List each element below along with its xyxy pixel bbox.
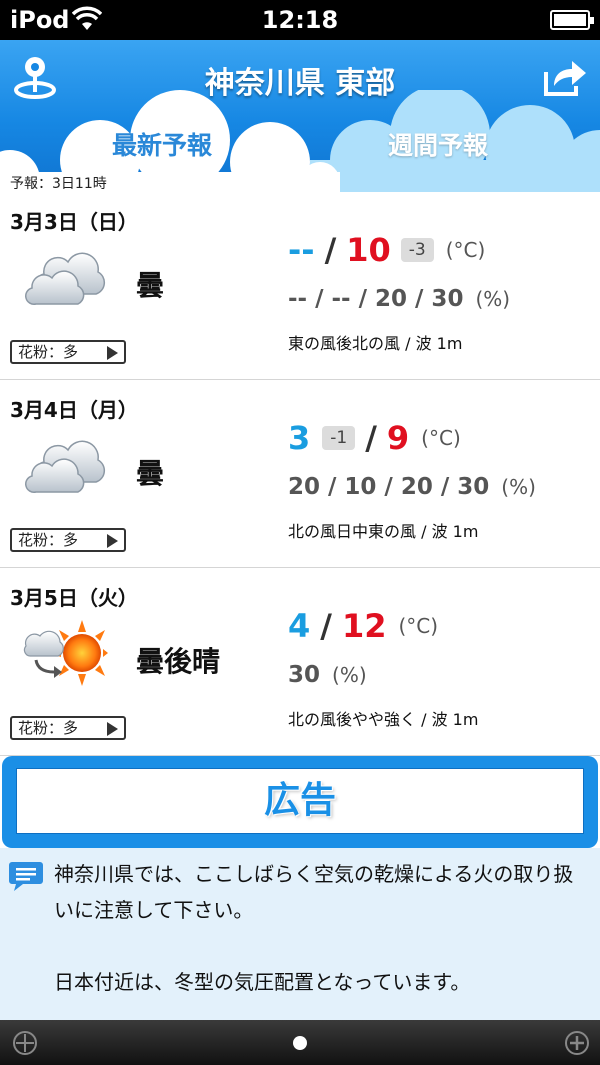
wind-wave-info: 東の風後北の風 / 波 1m xyxy=(288,334,463,353)
precipitation-values: 20 / 10 / 20 / 30 xyxy=(288,474,490,500)
low-temp-diff: -1 xyxy=(322,426,356,450)
crosshair-icon[interactable] xyxy=(12,1030,38,1056)
tab-weekly-forecast[interactable]: 週間予報 xyxy=(338,126,538,162)
play-arrow-icon xyxy=(107,534,118,548)
low-temp: 3 xyxy=(288,419,311,457)
day-date: 3月5日（火） xyxy=(10,586,138,610)
pollen-label: 花粉：多 xyxy=(18,719,79,737)
temp-separator: / xyxy=(324,231,337,269)
temp-unit: (°C) xyxy=(445,238,486,262)
forecast-day-row: 3月4日（月） 曇 3 -1 / 9 (°C) 20 / 10 / 20 / 3… xyxy=(0,380,600,568)
speech-bubble-icon xyxy=(9,862,43,891)
pollen-label: 花粉：多 xyxy=(18,343,79,361)
ad-label[interactable]: 広告 xyxy=(16,768,584,834)
high-temp: 12 xyxy=(341,607,387,645)
cloudy-icon xyxy=(25,252,106,305)
status-bar: iPod 12:18 xyxy=(0,0,600,40)
low-temp: 4 xyxy=(288,607,311,645)
high-temp: 9 xyxy=(386,419,410,457)
pollen-button[interactable]: 花粉：多 xyxy=(10,716,126,740)
clock: 12:18 xyxy=(261,6,339,34)
precipitation-row: -- / -- / 20 / 30 (%) xyxy=(288,286,510,312)
precipitation-values: 30 xyxy=(288,662,321,688)
forecast-day-row: 3月3日（日） 曇 -- / 10 -3 (°C) -- / -- / 20 /… xyxy=(0,192,600,380)
forecast-day-row: 3月5日（火） 曇後晴 4 / 12 (°C) 30 (%) 北の風後やや強く … xyxy=(0,568,600,756)
day-date: 3月3日（日） xyxy=(10,210,138,234)
temp-separator: / xyxy=(365,419,377,457)
high-temp-diff: -3 xyxy=(400,238,434,262)
temp-unit: (°C) xyxy=(421,426,461,450)
precipitation-values: -- / -- / 20 / 30 xyxy=(288,286,464,312)
commentary-text: 神奈川県では、ここしばらく空気の乾燥による火の取り扱いに注意して下さい。 日本付… xyxy=(54,862,574,994)
precipitation-row: 30 (%) xyxy=(288,662,367,688)
wind-wave-info: 北の風日中東の風 / 波 1m xyxy=(288,522,479,541)
temperature-row: 3 -1 / 9 (°C) xyxy=(288,418,461,458)
low-temp: -- xyxy=(288,231,315,269)
pollen-button[interactable]: 花粉：多 xyxy=(10,528,126,552)
weather-condition: 曇後晴 xyxy=(136,645,221,678)
precipitation-row: 20 / 10 / 20 / 30 (%) xyxy=(288,474,536,500)
temp-separator: / xyxy=(320,607,332,645)
page-indicator-dot xyxy=(293,1036,307,1050)
temperature-row: 4 / 12 (°C) xyxy=(288,606,438,646)
precipitation-unit: (%) xyxy=(501,475,536,499)
bottom-toolbar xyxy=(0,1020,600,1065)
temperature-row: -- / 10 -3 (°C) xyxy=(288,230,485,270)
high-temp: 10 xyxy=(346,231,391,269)
precipitation-unit: (%) xyxy=(332,663,367,687)
battery-icon xyxy=(550,10,594,30)
play-arrow-icon xyxy=(107,346,118,360)
cloudy-icon xyxy=(25,440,106,493)
ad-banner[interactable]: 広告 xyxy=(2,756,598,848)
wind-wave-info: 北の風後やや強く / 波 1m xyxy=(288,710,479,729)
pollen-label: 花粉：多 xyxy=(18,531,79,549)
tab-latest-forecast[interactable]: 最新予報 xyxy=(62,126,262,162)
pollen-button[interactable]: 花粉：多 xyxy=(10,340,126,364)
add-icon[interactable] xyxy=(564,1030,590,1056)
play-arrow-icon xyxy=(107,722,118,736)
precipitation-unit: (%) xyxy=(475,287,511,311)
issued-time: 予報：3日11時 xyxy=(10,176,107,192)
day-date: 3月4日（月） xyxy=(10,398,138,422)
temp-unit: (°C) xyxy=(398,614,439,638)
forecast-commentary: 神奈川県では、ここしばらく空気の乾燥による火の取り扱いに注意して下さい。 日本付… xyxy=(0,848,600,1020)
cloudy-then-sunny-icon xyxy=(23,620,108,686)
weather-condition: 曇 xyxy=(136,269,165,302)
header: 神奈川県 東部 最新予報 週間予報 予報：3日11時 xyxy=(0,40,600,192)
weather-condition: 曇 xyxy=(136,457,165,490)
